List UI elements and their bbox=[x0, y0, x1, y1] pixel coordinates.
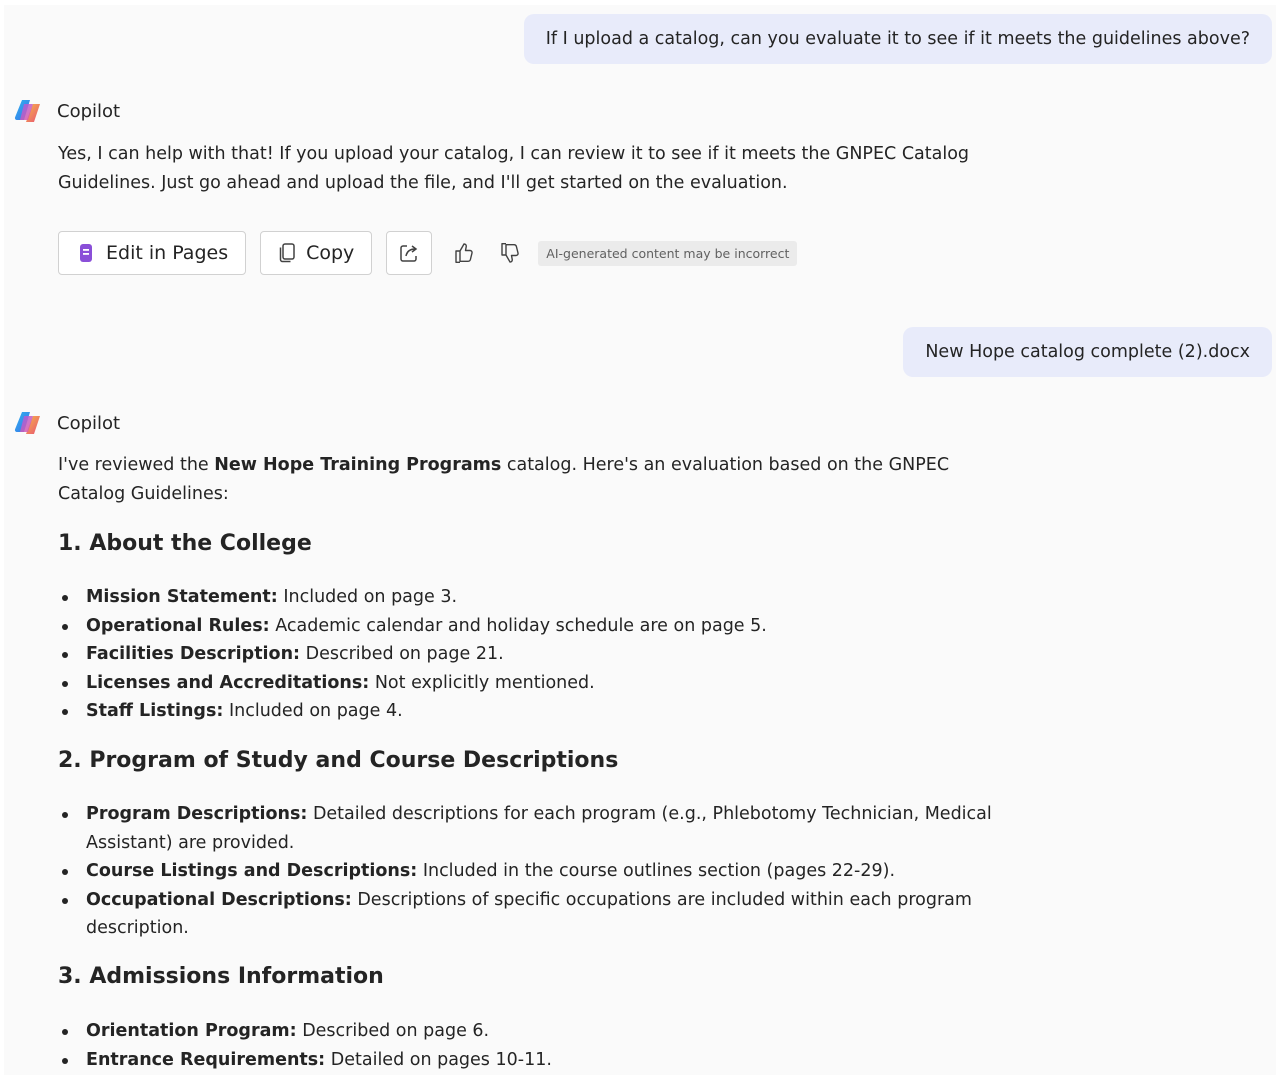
item-text: Included in the course outlines section … bbox=[417, 861, 896, 881]
item-key: Occupational Descriptions: bbox=[86, 889, 352, 910]
edit-in-pages-label: Edit in Pages bbox=[106, 242, 229, 264]
copy-button[interactable]: Copy bbox=[260, 231, 373, 275]
item-key: Course Listings and Descriptions: bbox=[86, 861, 418, 881]
copilot-name: Copilot bbox=[57, 412, 121, 434]
section-heading: 1. About the College bbox=[58, 531, 312, 556]
list-item: Program Descriptions: Detailed descripti… bbox=[58, 800, 1018, 857]
user-message-text: If I upload a catalog, can you evaluate … bbox=[545, 29, 1250, 49]
item-key: Entrance Requirements: bbox=[86, 1049, 326, 1070]
item-text: Described on page 21. bbox=[300, 644, 504, 664]
list-item: Staff Listings: Included on page 4. bbox=[58, 697, 1018, 726]
copilot-reply-1: Yes, I can help with that! If you upload… bbox=[58, 144, 970, 193]
list-item: Mission Statement: Included on page 3. bbox=[58, 583, 1018, 612]
thumbs-up-button[interactable] bbox=[446, 231, 482, 275]
uploaded-file-name: New Hope catalog complete (2).docx bbox=[925, 342, 1250, 362]
thumbs-down-icon bbox=[501, 243, 520, 263]
list-item: Occupational Descriptions: Descriptions … bbox=[58, 886, 1018, 943]
item-key: Orientation Program: bbox=[86, 1021, 297, 1041]
share-icon bbox=[400, 245, 418, 262]
section-3-list: Orientation Program: Described on page 6… bbox=[58, 1017, 1018, 1074]
item-text: Described on page 6. bbox=[296, 1021, 490, 1041]
item-text: Detailed on pages 10-11. bbox=[325, 1049, 552, 1070]
copilot-logo-icon bbox=[14, 412, 40, 434]
thumbs-down-button[interactable] bbox=[492, 231, 528, 275]
share-button[interactable] bbox=[386, 231, 433, 275]
list-item: Course Listings and Descriptions: Includ… bbox=[58, 857, 1018, 886]
copilot-header: Copilot bbox=[13, 96, 120, 126]
edit-in-pages-button[interactable]: Edit in Pages bbox=[58, 231, 247, 275]
intro-catalog-name: New Hope Training Programs bbox=[214, 455, 502, 475]
list-item: Orientation Program: Described on page 6… bbox=[58, 1017, 1018, 1046]
item-text: Academic calendar and holiday schedule a… bbox=[269, 615, 767, 636]
copy-icon bbox=[278, 242, 296, 264]
intro-text: I've reviewed the bbox=[58, 455, 215, 475]
item-text: Not explicitly mentioned. bbox=[369, 672, 595, 693]
thumbs-up-icon bbox=[455, 243, 474, 263]
chat-canvas: If I upload a catalog, can you evaluate … bbox=[4, 5, 1276, 1075]
item-key: Program Descriptions: bbox=[86, 804, 308, 824]
section-heading: 3. Admissions Information bbox=[58, 964, 384, 989]
copilot-header: Copilot bbox=[13, 408, 120, 438]
copilot-logo-icon bbox=[14, 100, 40, 122]
item-key: Licenses and Accreditations: bbox=[86, 672, 370, 693]
ai-disclaimer-badge: AI-generated content may be incorrect bbox=[538, 240, 798, 266]
list-item: Facilities Description: Described on pag… bbox=[58, 640, 1018, 669]
item-text: Included on page 3. bbox=[277, 587, 458, 607]
message-actions: Edit in Pages Copy AI-generated content … bbox=[58, 230, 798, 276]
copilot-reply-2-intro: I've reviewed the New Hope Training Prog… bbox=[58, 451, 1018, 508]
list-item: Licenses and Accreditations: Not explici… bbox=[58, 669, 1018, 698]
item-key: Operational Rules: bbox=[86, 615, 270, 636]
section-heading: 2. Program of Study and Course Descripti… bbox=[58, 748, 619, 773]
section-2-list: Program Descriptions: Detailed descripti… bbox=[58, 800, 1018, 943]
copy-label: Copy bbox=[306, 242, 355, 264]
item-key: Facilities Description: bbox=[86, 644, 301, 664]
list-item: Entrance Requirements: Detailed on pages… bbox=[58, 1046, 1018, 1075]
section-1-list: Mission Statement: Included on page 3. O… bbox=[58, 583, 1018, 726]
item-text: Included on page 4. bbox=[223, 701, 403, 721]
pages-icon bbox=[76, 242, 96, 264]
item-key: Staff Listings: bbox=[86, 701, 224, 721]
user-message-bubble: If I upload a catalog, can you evaluate … bbox=[523, 14, 1272, 64]
copilot-name: Copilot bbox=[57, 100, 121, 122]
user-file-bubble[interactable]: New Hope catalog complete (2).docx bbox=[903, 327, 1272, 377]
item-key: Mission Statement: bbox=[86, 587, 278, 607]
list-item: Operational Rules: Academic calendar and… bbox=[58, 612, 1018, 641]
